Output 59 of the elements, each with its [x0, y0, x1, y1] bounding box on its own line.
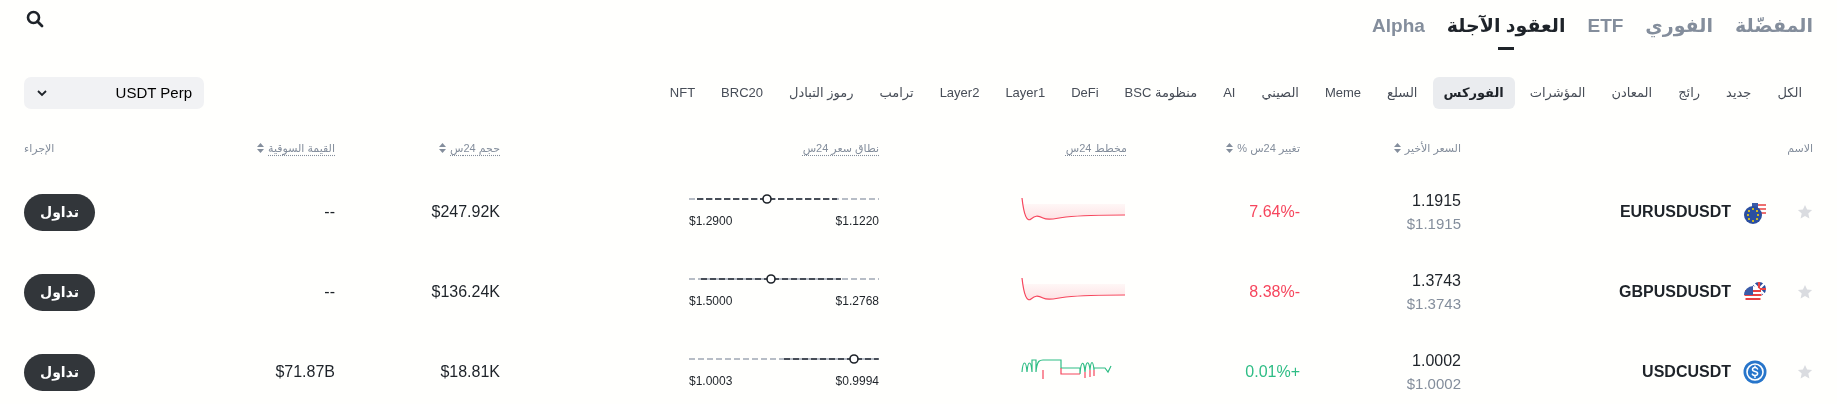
volume: $136.24K [431, 282, 500, 302]
market-tab[interactable]: العقود الآجلة [1446, 11, 1566, 50]
range-high: $1.2900 [689, 213, 733, 230]
market-cap: -- [324, 282, 335, 302]
contract-dropdown[interactable]: USDT Perp [24, 77, 204, 109]
symbol-name[interactable]: EURUSDUSDT [1619, 200, 1731, 224]
filter-chip[interactable]: المؤشرات [1518, 77, 1597, 109]
column-header[interactable]: تغيير 24س % [1226, 139, 1300, 157]
filter-chip[interactable]: الفوركس [1432, 77, 1515, 109]
search-icon[interactable] [26, 10, 44, 28]
favorite-star-icon[interactable] [1797, 364, 1813, 380]
filter-chip[interactable]: Meme [1313, 77, 1373, 109]
volume: $247.92K [431, 202, 500, 222]
filter-chip[interactable]: NFT [658, 77, 707, 109]
filter-chip[interactable]: منظومة BSC [1113, 77, 1209, 109]
filter-chip[interactable]: رائج [1667, 77, 1712, 109]
flag-icon [1743, 200, 1767, 224]
last-price: 1.1915 [1412, 190, 1461, 211]
range-low: $0.9994 [835, 373, 879, 390]
symbol-name[interactable]: USDCUSDT [1642, 360, 1731, 384]
price-change: 0.01%+ [1245, 362, 1300, 382]
filter-chip[interactable]: BRC20 [710, 77, 775, 109]
last-price: 1.3743 [1412, 270, 1461, 291]
filter-chip[interactable]: المعادن [1600, 77, 1664, 109]
range-high: $1.0003 [689, 373, 733, 390]
range-low: $1.2768 [835, 293, 879, 310]
filter-chip[interactable]: AI [1212, 77, 1247, 109]
filter-chip[interactable]: الصيني [1250, 77, 1310, 109]
sort-icon [257, 143, 264, 153]
trade-button[interactable]: تداول [24, 353, 95, 391]
favorite-star-icon[interactable] [1797, 284, 1813, 300]
last-price-usd: $1.3743 [1406, 293, 1461, 314]
range-low: $1.1220 [835, 213, 879, 230]
trade-button[interactable]: تداول [24, 193, 95, 231]
filter-chip[interactable]: الكل [1766, 77, 1813, 109]
trade-button[interactable]: تداول [24, 273, 95, 311]
sort-icon [1393, 143, 1401, 153]
last-price-usd: $1.0002 [1406, 373, 1461, 394]
filter-chip[interactable]: جديد [1715, 77, 1763, 109]
filter-chip[interactable]: Layer1 [994, 77, 1057, 109]
sort-icon [1226, 143, 1234, 153]
market-cap: $71.87B [275, 362, 335, 382]
last-price: 1.0002 [1412, 350, 1461, 371]
range-high: $1.5000 [689, 293, 733, 310]
filter-chip[interactable]: DeFi [1060, 77, 1110, 109]
price-change: 8.38%- [1249, 282, 1300, 302]
last-price-usd: $1.1915 [1406, 213, 1461, 234]
volume: $18.81K [440, 362, 500, 382]
market-cap: -- [324, 202, 335, 222]
filter-chip[interactable]: السلع [1376, 77, 1429, 109]
favorite-star-icon[interactable] [1797, 204, 1813, 220]
coin-icon [1743, 360, 1767, 384]
filter-chip[interactable]: رموز التبادل [778, 77, 865, 109]
caret-icon [36, 89, 48, 97]
filter-chip[interactable]: Layer2 [928, 77, 991, 109]
symbol-name[interactable]: GBPUSDUSDT [1619, 280, 1731, 304]
filter-chip[interactable]: ترامب [868, 77, 925, 109]
sort-icon [439, 143, 447, 153]
price-change: 7.64%- [1249, 202, 1300, 222]
